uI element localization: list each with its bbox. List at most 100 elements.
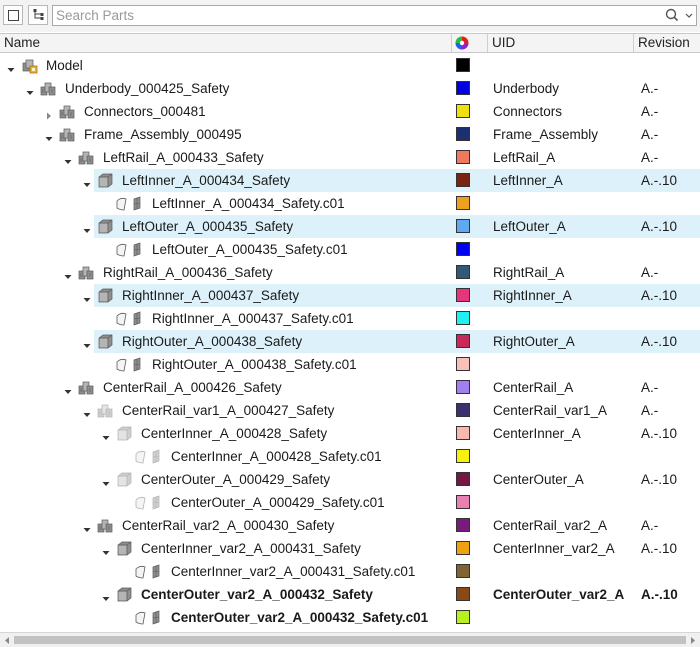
search-icon[interactable] bbox=[664, 7, 680, 23]
tree-row[interactable]: RightOuter_A_000438_Safety RightOuter_A A.… bbox=[0, 330, 700, 353]
chevron-down-icon[interactable] bbox=[684, 8, 694, 22]
scroll-left-icon[interactable] bbox=[3, 636, 11, 645]
scrollbar-thumb[interactable] bbox=[14, 636, 686, 644]
collapse-arrow-icon[interactable] bbox=[83, 338, 91, 348]
column-uid[interactable]: UID bbox=[488, 34, 634, 52]
color-swatch[interactable] bbox=[456, 127, 470, 141]
color-swatch[interactable] bbox=[456, 81, 470, 95]
collapse-arrow-icon[interactable] bbox=[26, 85, 34, 95]
tree-row[interactable]: CenterRail_var1_A_000427_Safety CenterRai… bbox=[0, 399, 700, 422]
assembly-icon bbox=[58, 103, 76, 120]
tree-row[interactable]: LeftOuter_A_000435_Safety LeftOuter_A A.-.… bbox=[0, 215, 700, 238]
tree-row[interactable]: Frame_Assembly_000495 Frame_Assembly A.- bbox=[0, 123, 700, 146]
collapse-arrow-icon[interactable] bbox=[102, 430, 110, 440]
column-color[interactable] bbox=[452, 34, 488, 52]
collapse-arrow-icon[interactable] bbox=[83, 177, 91, 187]
tree-row[interactable]: CenterOuter_A_000429_Safety.c01 bbox=[0, 491, 700, 514]
revision-cell: A.- bbox=[641, 127, 659, 142]
color-swatch[interactable] bbox=[456, 150, 470, 164]
color-swatch[interactable] bbox=[456, 196, 470, 210]
color-swatch[interactable] bbox=[456, 541, 470, 555]
tree-row-label: Model bbox=[46, 58, 83, 73]
tree-row-label: LeftInner_A_000434_Safety.c01 bbox=[152, 196, 345, 211]
assembly-icon bbox=[96, 402, 114, 419]
tree-row[interactable]: RightInner_A_000437_Safety.c01 bbox=[0, 307, 700, 330]
color-wheel-icon bbox=[455, 36, 469, 50]
color-swatch[interactable] bbox=[456, 334, 470, 348]
tree-row[interactable]: CenterInner_A_000428_Safety CenterInner_A… bbox=[0, 422, 700, 445]
color-swatch[interactable] bbox=[456, 426, 470, 440]
tree-row[interactable]: Connectors_000481 Connectors A.- bbox=[0, 100, 700, 123]
revision-cell: A.- bbox=[641, 81, 659, 96]
color-swatch[interactable] bbox=[456, 173, 470, 187]
color-swatch[interactable] bbox=[456, 380, 470, 394]
tree-row[interactable]: Underbody_000425_Safety Underbody A.- bbox=[0, 77, 700, 100]
column-revision[interactable]: Revision bbox=[634, 34, 700, 52]
tree-row[interactable]: CenterInner_var2_A_000431_Safety.c01 bbox=[0, 560, 700, 583]
color-swatch[interactable] bbox=[456, 311, 470, 325]
tree-row[interactable]: CenterOuter_A_000429_Safety CenterOuter_A… bbox=[0, 468, 700, 491]
tree-row[interactable]: CenterOuter_var2_A_000432_Safety.c01 bbox=[0, 606, 700, 629]
body-icon bbox=[115, 241, 141, 258]
color-swatch[interactable] bbox=[456, 587, 470, 601]
select-all-button[interactable] bbox=[3, 5, 23, 25]
scroll-right-icon[interactable] bbox=[689, 636, 697, 645]
tree-row[interactable]: CenterInner_A_000428_Safety.c01 bbox=[0, 445, 700, 468]
collapse-arrow-icon[interactable] bbox=[102, 476, 110, 486]
collapse-arrow-icon[interactable] bbox=[102, 545, 110, 555]
tree-row-label: CenterOuter_A_000429_Safety.c01 bbox=[171, 495, 385, 510]
tree-row[interactable]: RightRail_A_000436_Safety RightRail_A A.- bbox=[0, 261, 700, 284]
part-icon bbox=[96, 172, 114, 189]
color-swatch[interactable] bbox=[456, 403, 470, 417]
color-swatch[interactable] bbox=[456, 242, 470, 256]
color-swatch[interactable] bbox=[456, 104, 470, 118]
color-swatch[interactable] bbox=[456, 357, 470, 371]
tree-row[interactable]: LeftRail_A_000433_Safety LeftRail_A A.- bbox=[0, 146, 700, 169]
color-swatch[interactable] bbox=[456, 265, 470, 279]
color-swatch[interactable] bbox=[456, 518, 470, 532]
collapse-arrow-icon[interactable] bbox=[64, 384, 72, 394]
collapse-arrow-icon[interactable] bbox=[83, 522, 91, 532]
model-icon bbox=[20, 57, 38, 74]
tree-row[interactable]: RightInner_A_000437_Safety RightInner_A A.… bbox=[0, 284, 700, 307]
tree-row-label: CenterInner_var2_A_000431_Safety.c01 bbox=[171, 564, 416, 579]
collapse-arrow-icon[interactable] bbox=[64, 154, 72, 164]
color-swatch[interactable] bbox=[456, 610, 470, 624]
hierarchy-icon bbox=[33, 9, 44, 20]
tree-row[interactable]: RightOuter_A_000438_Safety.c01 bbox=[0, 353, 700, 376]
tree-row[interactable]: LeftInner_A_000434_Safety LeftInner_A A.-.… bbox=[0, 169, 700, 192]
revision-cell: A.-.10 bbox=[641, 587, 678, 602]
collapse-arrow-icon[interactable] bbox=[7, 62, 15, 72]
tree-row[interactable]: CenterRail_var2_A_000430_Safety CenterRai… bbox=[0, 514, 700, 537]
collapse-arrow-icon[interactable] bbox=[45, 131, 53, 141]
collapse-arrow-icon[interactable] bbox=[83, 223, 91, 233]
tree-row[interactable]: CenterOuter_var2_A_000432_Safety CenterOu… bbox=[0, 583, 700, 606]
tree-view-button[interactable] bbox=[28, 5, 48, 25]
assembly-icon bbox=[58, 126, 76, 143]
color-swatch[interactable] bbox=[456, 58, 470, 72]
tree-row-label: LeftInner_A_000434_Safety bbox=[122, 173, 291, 188]
tree-row[interactable]: LeftInner_A_000434_Safety.c01 bbox=[0, 192, 700, 215]
collapse-arrow-icon[interactable] bbox=[83, 292, 91, 302]
revision-cell: A.- bbox=[641, 150, 659, 165]
uid-cell: CenterOuter_A bbox=[493, 472, 584, 487]
collapse-arrow-icon[interactable] bbox=[83, 407, 91, 417]
collapse-arrow-icon[interactable] bbox=[102, 591, 110, 601]
color-swatch[interactable] bbox=[456, 288, 470, 302]
tree-row[interactable]: LeftOuter_A_000435_Safety.c01 bbox=[0, 238, 700, 261]
body-icon bbox=[115, 310, 141, 327]
tree-row-label: CenterInner_A_000428_Safety bbox=[141, 426, 328, 441]
color-swatch[interactable] bbox=[456, 495, 470, 509]
search-input[interactable] bbox=[56, 7, 656, 24]
color-swatch[interactable] bbox=[456, 472, 470, 486]
tree-row[interactable]: CenterInner_var2_A_000431_Safety CenterIn… bbox=[0, 537, 700, 560]
tree-row[interactable]: CenterRail_A_000426_Safety CenterRail_A A.… bbox=[0, 376, 700, 399]
color-swatch[interactable] bbox=[456, 449, 470, 463]
expand-arrow-icon[interactable] bbox=[45, 108, 53, 120]
column-name[interactable]: Name bbox=[0, 34, 452, 52]
color-swatch[interactable] bbox=[456, 564, 470, 578]
color-swatch[interactable] bbox=[456, 219, 470, 233]
horizontal-scrollbar[interactable] bbox=[0, 632, 700, 647]
tree-row[interactable]: Model bbox=[0, 54, 700, 77]
collapse-arrow-icon[interactable] bbox=[64, 269, 72, 279]
